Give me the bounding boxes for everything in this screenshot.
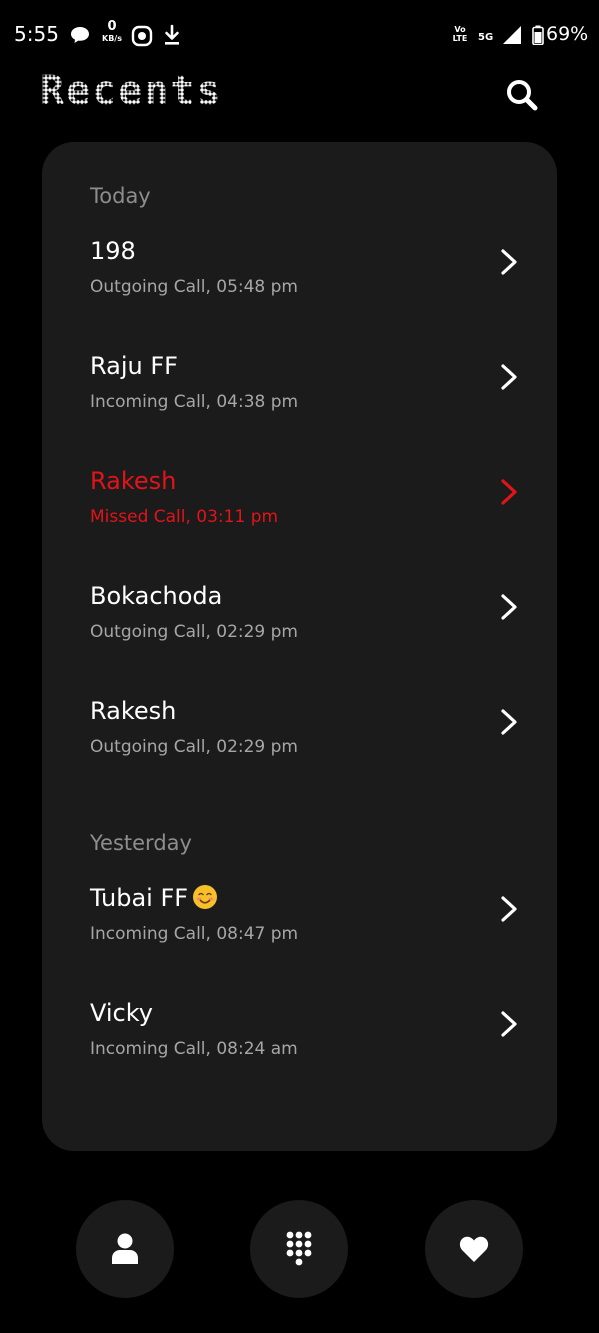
- smiling-face-icon: [193, 885, 218, 909]
- call-name: Raju FF: [90, 352, 178, 380]
- status-time: 5:55: [14, 22, 59, 46]
- volte-line1: Vo: [454, 25, 466, 34]
- call-name: Rakesh: [90, 467, 177, 495]
- volte-line2: LTE: [452, 34, 468, 43]
- dialpad-icon: [286, 1231, 312, 1266]
- chevron-right-icon[interactable]: [498, 594, 520, 620]
- call-row[interactable]: 198 Outgoing Call, 05:48 pm: [42, 237, 557, 337]
- signal-icon: [503, 26, 521, 44]
- download-icon: [165, 24, 179, 45]
- network-speed-unit: KB/s: [102, 34, 122, 43]
- call-detail: Incoming Call, 08:24 am: [90, 1039, 298, 1059]
- section-label-yesterday: Yesterday: [90, 831, 192, 855]
- volte-indicator: Vo LTE: [450, 25, 470, 43]
- call-detail: Incoming Call, 08:47 pm: [90, 924, 299, 944]
- search-button[interactable]: [500, 74, 544, 118]
- call-name: 198: [90, 237, 136, 265]
- chat-bubble-icon: [71, 27, 89, 43]
- call-detail: Incoming Call, 04:38 pm: [90, 392, 299, 412]
- call-name-wrap: Tubai FF: [90, 884, 218, 912]
- favorites-button[interactable]: [425, 1200, 523, 1298]
- battery-percent: 69%: [546, 23, 589, 45]
- contacts-icon: [112, 1233, 138, 1264]
- contacts-button[interactable]: [76, 1200, 174, 1298]
- chevron-right-icon[interactable]: [498, 709, 520, 735]
- call-row[interactable]: Rakesh Outgoing Call, 02:29 pm: [42, 697, 557, 797]
- call-row[interactable]: Tubai FF Incoming Call, 08:47 pm: [42, 884, 557, 984]
- chevron-right-icon[interactable]: [498, 364, 520, 390]
- call-detail: Outgoing Call, 05:48 pm: [90, 277, 298, 297]
- call-name: Rakesh: [90, 697, 177, 725]
- chevron-right-icon[interactable]: [498, 1011, 520, 1037]
- page-title: Recents: [40, 68, 223, 114]
- chevron-right-icon[interactable]: [498, 479, 520, 505]
- network-speed-value: 0: [107, 19, 117, 34]
- call-name: Vicky: [90, 999, 153, 1027]
- call-detail: Missed Call, 03:11 pm: [90, 507, 279, 527]
- network-speed: 0 KB/s: [100, 19, 124, 44]
- call-row[interactable]: Vicky Incoming Call, 08:24 am: [42, 999, 557, 1099]
- call-name: Bokachoda: [90, 582, 223, 610]
- dialpad-button[interactable]: [250, 1200, 348, 1298]
- network-type: 5G: [478, 32, 494, 43]
- call-name: Tubai FF: [90, 884, 189, 912]
- call-row[interactable]: Raju FF Incoming Call, 04:38 pm: [42, 352, 557, 452]
- app-header: Recents: [0, 60, 599, 130]
- call-detail: Outgoing Call, 02:29 pm: [90, 737, 298, 757]
- search-icon: [507, 80, 538, 111]
- chevron-right-icon[interactable]: [498, 896, 520, 922]
- call-detail: Outgoing Call, 02:29 pm: [90, 622, 298, 642]
- recents-card: Today 198 Outgoing Call, 05:48 pm Raju F…: [42, 142, 557, 1151]
- battery-icon: [532, 25, 544, 45]
- bottom-nav: [0, 1200, 599, 1300]
- section-label-today: Today: [90, 184, 151, 208]
- chevron-right-icon[interactable]: [498, 249, 520, 275]
- favorites-heart-icon: [459, 1236, 489, 1262]
- screen-record-icon: [131, 25, 153, 47]
- call-row-missed[interactable]: Rakesh Missed Call, 03:11 pm: [42, 467, 557, 567]
- call-row[interactable]: Bokachoda Outgoing Call, 02:29 pm: [42, 582, 557, 682]
